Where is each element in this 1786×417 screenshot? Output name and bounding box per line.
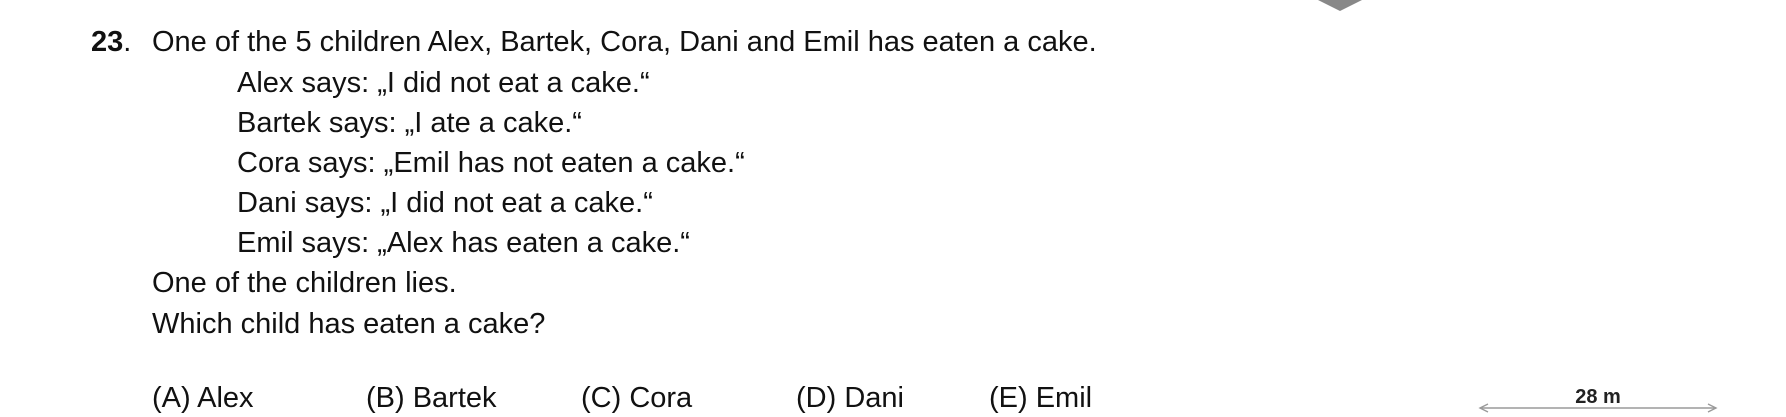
distance-indicator: 28 m	[1478, 386, 1718, 414]
statement-cora: Cora says: „Emil has not eaten a cake.“	[237, 147, 745, 179]
answer-option-b[interactable]: (B) Bartek	[366, 380, 497, 416]
question-number: 23.	[91, 24, 131, 60]
answer-option-e[interactable]: (E) Emil	[989, 380, 1092, 416]
double-arrow-icon	[1478, 403, 1718, 413]
statement-emil: Emil says: „Alex has eaten a cake.“	[237, 227, 690, 259]
statement-dani: Dani says: „I did not eat a cake.“	[237, 187, 653, 219]
lie-statement: One of the children lies.	[152, 267, 457, 299]
corner-triangle-icon	[1318, 0, 1362, 11]
answer-option-c[interactable]: (C) Cora	[581, 380, 692, 416]
statement-alex: Alex says: „I did not eat a cake.“	[237, 67, 650, 99]
answer-option-a[interactable]: (A) Alex	[152, 380, 254, 416]
question-number-dot: .	[123, 26, 132, 58]
answer-option-d[interactable]: (D) Dani	[796, 380, 904, 416]
statement-bartek: Bartek says: „I ate a cake.“	[237, 107, 582, 139]
question-number-value: 23	[91, 26, 124, 58]
statements-list: Alex says: „I did not eat a cake.“ Barte…	[237, 63, 745, 263]
question-prompt: Which child has eaten a cake?	[152, 308, 546, 340]
question-intro: One of the 5 children Alex, Bartek, Cora…	[152, 26, 1097, 58]
